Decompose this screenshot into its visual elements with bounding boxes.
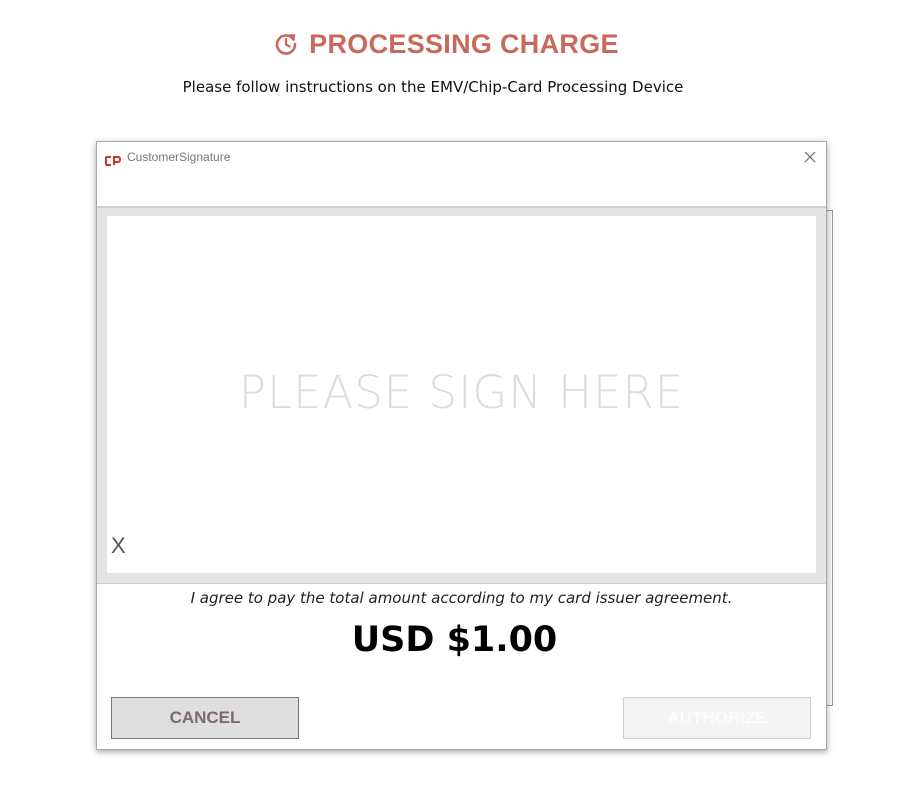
close-button[interactable]: [800, 147, 820, 167]
header-inner: PROCESSING CHARGE: [273, 29, 619, 60]
dialog-title: CustomerSignature: [127, 150, 231, 164]
instructions-text: Please follow instructions on the EMV/Ch…: [182, 78, 684, 96]
customer-signature-dialog: CustomerSignature PLEASE SIGN HERE X I a…: [96, 141, 827, 750]
signature-pad-frame: PLEASE SIGN HERE X: [97, 207, 826, 584]
page-header: PROCESSING CHARGE: [0, 26, 914, 62]
close-icon: [804, 148, 816, 167]
agreement-text: I agree to pay the total amount accordin…: [190, 589, 733, 607]
signature-placeholder: PLEASE SIGN HERE: [238, 366, 685, 419]
charge-amount: USD $1.00: [351, 620, 558, 660]
app-logo-icon: [105, 151, 122, 166]
dialog-titlebar: CustomerSignature: [97, 142, 826, 207]
cancel-button[interactable]: CANCEL: [111, 697, 299, 739]
refresh-icon: [273, 31, 299, 57]
authorize-button[interactable]: AUTHORIZE: [623, 697, 811, 739]
signature-x-mark: X: [111, 533, 126, 558]
page-title: PROCESSING CHARGE: [309, 28, 619, 59]
